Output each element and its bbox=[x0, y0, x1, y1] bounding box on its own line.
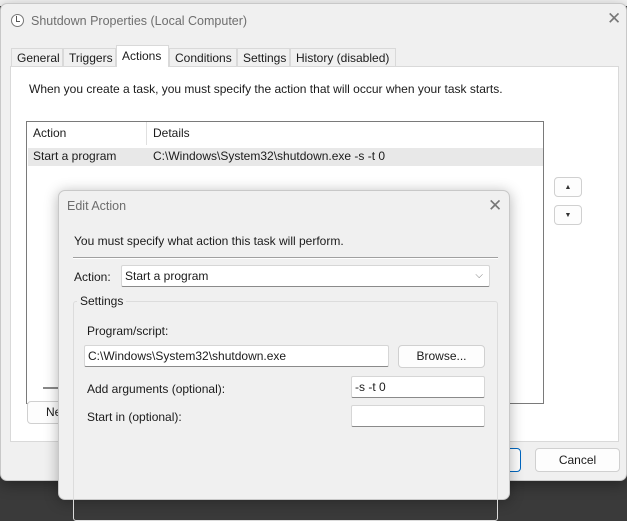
program-input[interactable]: C:\Windows\System32\shutdown.exe bbox=[84, 345, 389, 367]
start-in-label: Start in (optional): bbox=[87, 410, 182, 424]
close-icon[interactable]: ✕ bbox=[488, 197, 502, 214]
settings-label: Settings bbox=[77, 294, 127, 308]
dialog-title: Edit Action bbox=[67, 199, 127, 213]
edit-action-dialog: Edit Action ✕ You must specify what acti… bbox=[58, 190, 510, 521]
separator bbox=[73, 257, 498, 259]
arguments-input[interactable]: -s -t 0 bbox=[351, 376, 485, 398]
tab-conditions[interactable]: Conditions bbox=[169, 48, 237, 67]
column-header-details[interactable]: Details bbox=[147, 122, 190, 145]
move-up-button[interactable]: ▲ bbox=[554, 177, 582, 197]
cancel-button[interactable]: Cancel bbox=[535, 448, 620, 472]
window-title: Shutdown Properties (Local Computer) bbox=[31, 14, 248, 28]
actions-description: When you create a task, you must specify… bbox=[29, 82, 503, 96]
close-icon[interactable]: ✕ bbox=[607, 10, 621, 27]
arrow-up-icon: ▲ bbox=[564, 184, 572, 191]
tab-history[interactable]: History (disabled) bbox=[290, 48, 396, 67]
start-in-input[interactable] bbox=[351, 405, 485, 427]
browse-button[interactable]: Browse... bbox=[398, 345, 485, 368]
tab-general[interactable]: General bbox=[11, 48, 63, 67]
action-select-value: Start a program bbox=[125, 269, 209, 283]
move-down-button[interactable]: ▼ bbox=[554, 205, 582, 225]
clock-icon bbox=[11, 14, 24, 27]
tab-triggers[interactable]: Triggers bbox=[63, 48, 116, 67]
action-label: Action: bbox=[74, 270, 111, 284]
column-header-action[interactable]: Action bbox=[27, 122, 66, 145]
scrollbar[interactable] bbox=[43, 387, 59, 389]
chevron-down-icon: ⌵ bbox=[475, 270, 483, 281]
row-action: Start a program bbox=[33, 149, 117, 163]
tab-actions[interactable]: Actions bbox=[116, 45, 169, 67]
row-details: C:\Windows\System32\shutdown.exe -s -t 0 bbox=[153, 149, 386, 163]
action-select[interactable]: Start a program ⌵ bbox=[121, 265, 490, 287]
arguments-label: Add arguments (optional): bbox=[87, 382, 226, 396]
table-row[interactable]: Start a program C:\Windows\System32\shut… bbox=[28, 148, 543, 166]
arrow-down-icon: ▼ bbox=[564, 212, 572, 219]
instruction-text: You must specify what action this task w… bbox=[74, 234, 344, 248]
program-label: Program/script: bbox=[87, 324, 169, 338]
tab-settings[interactable]: Settings bbox=[237, 48, 290, 67]
